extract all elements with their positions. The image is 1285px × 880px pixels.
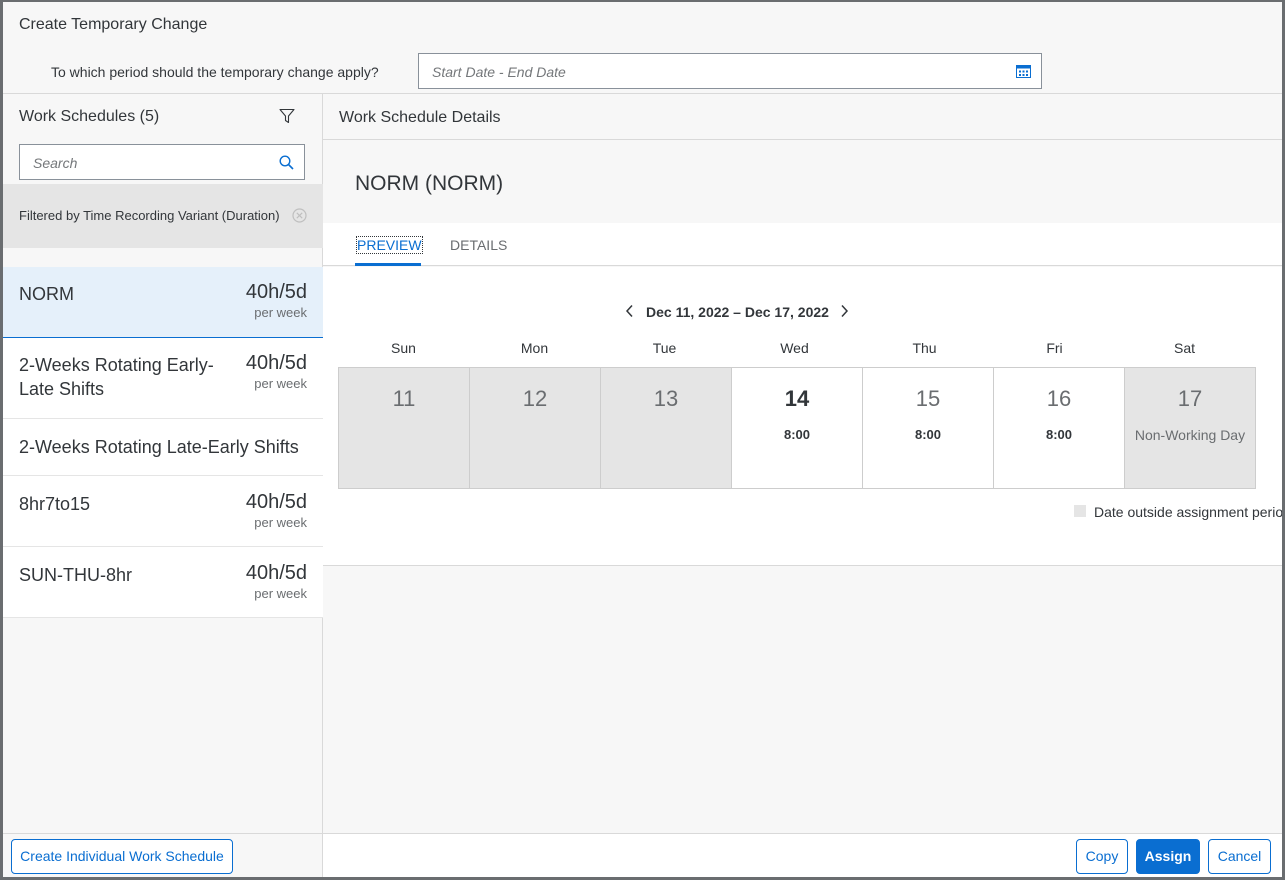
- list-item[interactable]: SUN-THU-8hr 40h/5d per week: [3, 547, 323, 618]
- list-item-name: SUN-THU-8hr: [19, 565, 133, 585]
- copy-button[interactable]: Copy: [1076, 839, 1128, 874]
- dialog-footer: Copy Assign Cancel: [323, 833, 1282, 877]
- weekday-header: Tue: [652, 340, 677, 356]
- list-item-name: 8hr7to15: [19, 494, 91, 514]
- day-hours: 8:00: [1045, 427, 1073, 442]
- week-range: Dec 11, 2022 – Dec 17, 2022: [646, 304, 829, 320]
- filter-info-bar: Filtered by Time Recording Variant (Dura…: [3, 184, 323, 248]
- day-grid: 11 12 13 14 8:00 15 8:00 16 8:00 17 Non-…: [338, 367, 1256, 489]
- legend-text: Date outside assignment period: [1094, 504, 1285, 520]
- clear-filter-icon[interactable]: [292, 208, 307, 223]
- weekday-header: Mon: [520, 340, 549, 356]
- list-item-per: per week: [254, 305, 307, 320]
- list-item[interactable]: 2-Weeks Rotating Late-Early Shifts: [3, 419, 323, 476]
- list-item-hours: 40h/5d: [245, 352, 307, 374]
- create-individual-schedule-button[interactable]: Create Individual Work Schedule: [11, 839, 233, 874]
- list-item-name: 2-Weeks Rotating Late-Early Shifts: [19, 437, 299, 457]
- list-item-name: NORM: [19, 284, 74, 304]
- divider: [323, 139, 1282, 140]
- active-tab-indicator: [355, 263, 421, 266]
- weekday-header: Thu: [912, 340, 937, 356]
- list-item-per: per week: [254, 586, 307, 601]
- day-number: 11: [392, 386, 416, 411]
- create-temporary-change-dialog: Create Temporary Change To which period …: [0, 0, 1285, 880]
- assign-button[interactable]: Assign: [1136, 839, 1200, 874]
- period-label: To which period should the temporary cha…: [51, 64, 379, 80]
- object-title: NORM (NORM): [355, 172, 504, 195]
- list-item-name: 2-Weeks Rotating Early-Late Shifts: [19, 355, 214, 399]
- cancel-button[interactable]: Cancel: [1208, 839, 1271, 874]
- legend-swatch: [1074, 505, 1086, 517]
- chevron-right-icon[interactable]: [839, 304, 849, 318]
- details-title: Work Schedule Details: [339, 109, 501, 126]
- non-working-day-label: Non-Working Day: [1134, 427, 1246, 443]
- list-item[interactable]: NORM 40h/5d per week: [3, 267, 323, 338]
- dialog-title: Create Temporary Change: [19, 16, 208, 33]
- list-item-hours: 40h/5d: [245, 281, 307, 303]
- day-number: 13: [653, 386, 679, 411]
- day-number: 17: [1177, 386, 1203, 411]
- day-cell: 12: [470, 368, 601, 488]
- filter-icon[interactable]: [279, 108, 295, 124]
- period-placeholder: Start Date - End Date: [432, 64, 566, 80]
- search-icon[interactable]: [279, 155, 294, 170]
- list-title: Work Schedules (5): [19, 108, 160, 125]
- day-cell: 14 8:00: [732, 368, 863, 488]
- calendar-icon[interactable]: [1016, 64, 1031, 78]
- day-number: 15: [915, 386, 941, 411]
- day-cell: 16 8:00: [994, 368, 1125, 488]
- dialog-header: Create Temporary Change To which period …: [3, 2, 1282, 94]
- day-number: 14: [784, 386, 810, 411]
- day-number: 12: [522, 386, 548, 411]
- work-schedule-details-panel: Work Schedule Details NORM (NORM) PREVIE…: [323, 94, 1285, 833]
- tab-preview[interactable]: PREVIEW: [356, 236, 423, 254]
- day-cell: 11: [339, 368, 470, 488]
- day-number: 16: [1046, 386, 1072, 411]
- tab-preview-label: PREVIEW: [356, 236, 423, 254]
- search-placeholder: Search: [33, 155, 78, 171]
- week-preview: Dec 11, 2022 – Dec 17, 2022 Sun Mon Tue …: [323, 267, 1285, 566]
- day-cell: 15 8:00: [863, 368, 994, 488]
- left-footer: Create Individual Work Schedule: [3, 833, 323, 877]
- list-item[interactable]: 2-Weeks Rotating Early-Late Shifts 40h/5…: [3, 338, 323, 419]
- tab-details[interactable]: DETAILS: [450, 237, 507, 253]
- day-hours: 8:00: [783, 427, 811, 442]
- tab-bar: PREVIEW DETAILS: [323, 223, 1282, 266]
- list-item[interactable]: 8hr7to15 40h/5d per week: [3, 476, 323, 547]
- list-item-per: per week: [254, 376, 307, 391]
- search-input[interactable]: Search: [19, 144, 305, 180]
- weekday-header: Fri: [1046, 340, 1063, 356]
- weekday-header: Wed: [780, 340, 809, 356]
- day-cell: 17 Non-Working Day: [1125, 368, 1255, 488]
- work-schedule-list: NORM 40h/5d per week 2-Weeks Rotating Ea…: [3, 267, 323, 618]
- period-date-range-input[interactable]: Start Date - End Date: [418, 53, 1042, 89]
- filter-info-text: Filtered by Time Recording Variant (Dura…: [19, 208, 280, 223]
- weekday-header: Sun: [391, 340, 416, 356]
- chevron-left-icon[interactable]: [625, 304, 635, 318]
- list-item-hours: 40h/5d: [245, 562, 307, 584]
- work-schedule-list-panel: Work Schedules (5) Search Filtered by Ti…: [3, 94, 323, 833]
- day-hours: 8:00: [914, 427, 942, 442]
- weekday-header: Sat: [1173, 340, 1195, 356]
- day-cell: 13: [601, 368, 732, 488]
- list-item-per: per week: [254, 515, 307, 530]
- list-item-hours: 40h/5d: [245, 491, 307, 513]
